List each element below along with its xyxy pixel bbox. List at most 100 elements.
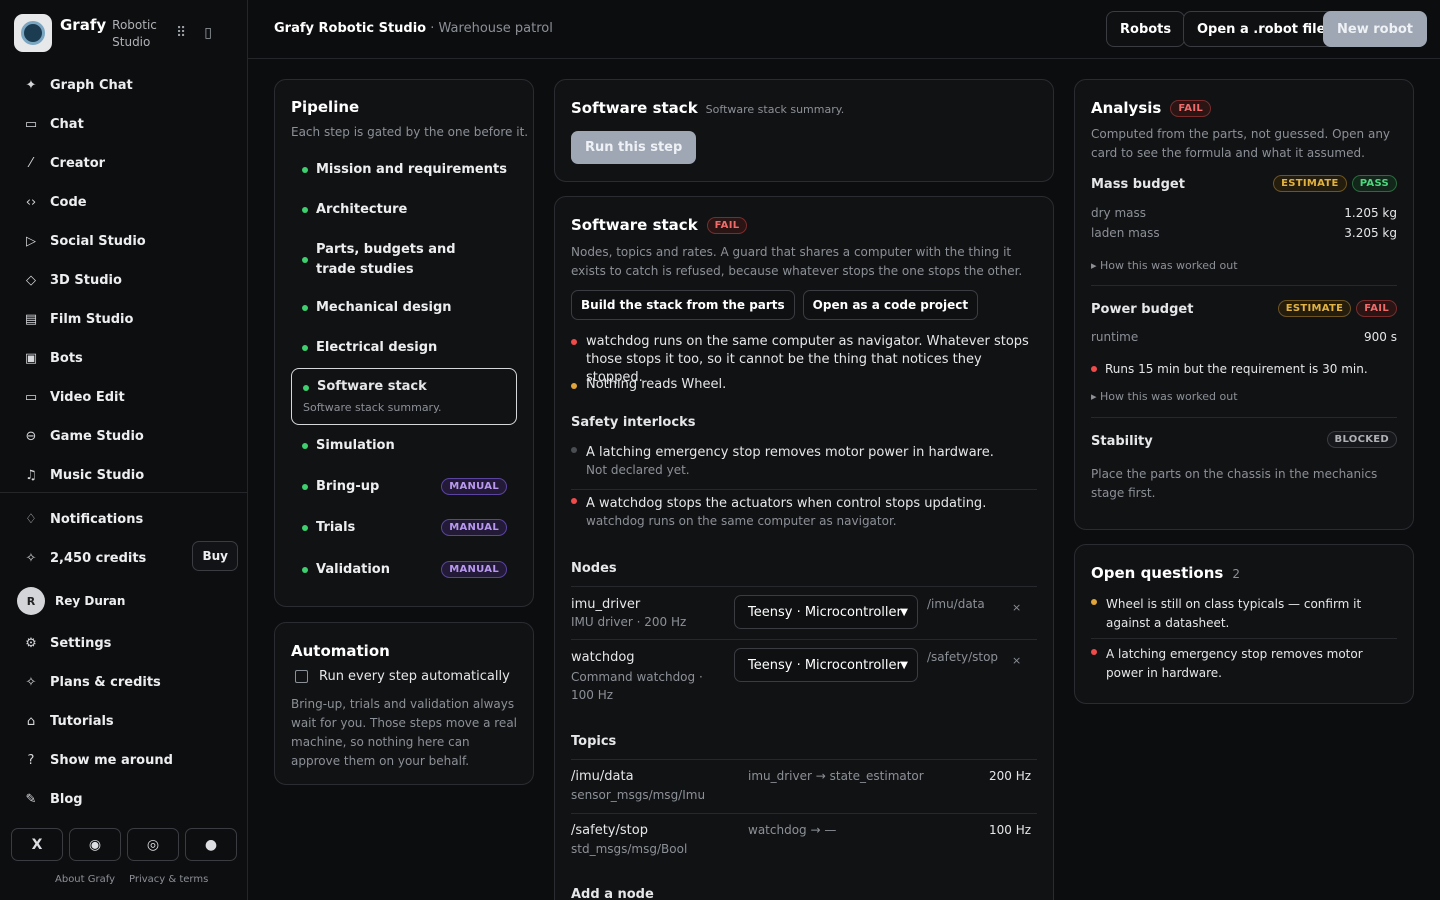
brand-subtitle: Robotic Studio bbox=[112, 17, 157, 51]
question-text: Wheel is still on class typicals — confi… bbox=[1106, 597, 1362, 630]
gear-icon: ⚙ bbox=[25, 636, 37, 651]
pipeline-step[interactable]: Bring-up MANUAL bbox=[291, 478, 517, 495]
discord-icon[interactable]: ◉ bbox=[69, 828, 121, 861]
credits-label: 2,450 credits bbox=[50, 551, 147, 566]
nav-creator[interactable]: ⁄ Creator bbox=[0, 144, 248, 183]
row-divider bbox=[571, 639, 1037, 640]
sidebar-toggle-icon[interactable]: ▯ bbox=[204, 25, 212, 41]
github-icon[interactable]: ◎ bbox=[127, 828, 179, 861]
nav-plans-credits[interactable]: ✧ Plans & credits bbox=[0, 663, 248, 702]
privacy-link[interactable]: Privacy & terms bbox=[129, 874, 208, 885]
pipeline-step[interactable]: Trials MANUAL bbox=[291, 519, 517, 536]
pipeline-step-active[interactable]: Software stack Software stack summary. bbox=[291, 368, 517, 425]
topics-heading: Topics bbox=[571, 734, 617, 749]
open-code-project-button[interactable]: Open as a code project bbox=[802, 290, 979, 320]
estimate-badge: ESTIMATE bbox=[1277, 300, 1352, 317]
node-desc: IMU driver · 200 Hz bbox=[571, 615, 687, 629]
nav-social-studio[interactable]: ▷ Social Studio bbox=[0, 222, 248, 261]
nav-blog[interactable]: ✎ Blog bbox=[0, 780, 248, 819]
logo-icon bbox=[14, 14, 52, 52]
remove-node-icon[interactable]: × bbox=[1012, 654, 1021, 667]
breadcrumb-app[interactable]: Grafy Robotic Studio bbox=[274, 21, 426, 36]
video-icon: ▭ bbox=[24, 390, 38, 405]
sidebar: Grafy Robotic Studio ⠿ ▯ ✦ Graph Chat ▭ Ch… bbox=[0, 0, 248, 900]
nav-game-studio[interactable]: ⊖ Game Studio bbox=[0, 417, 248, 456]
nav-label: Creator bbox=[50, 156, 106, 171]
nav-3d-studio[interactable]: ◇ 3D Studio bbox=[0, 261, 248, 300]
question-text: A latching emergency stop removes motor … bbox=[1106, 647, 1363, 680]
pipeline-step[interactable]: Simulation bbox=[291, 438, 517, 453]
pipeline-step[interactable]: Mechanical design bbox=[291, 300, 517, 315]
power-budget-title[interactable]: Power budget bbox=[1091, 302, 1193, 317]
nav-video-edit[interactable]: ▭ Video Edit bbox=[0, 378, 248, 417]
caret-right-icon: ▸ bbox=[1091, 390, 1101, 403]
pipeline-step[interactable]: Mission and requirements bbox=[291, 162, 517, 177]
nav-film-studio[interactable]: ▤ Film Studio bbox=[0, 300, 248, 339]
main-nav: ✦ Graph Chat ▭ Chat ⁄ Creator ‹› Code ▷ Socia… bbox=[0, 66, 248, 495]
credits-row: ✧ 2,450 credits Buy bbox=[0, 539, 248, 578]
nav-chat[interactable]: ▭ Chat bbox=[0, 105, 248, 144]
user-profile[interactable]: R Rey Duran bbox=[0, 578, 248, 624]
apps-grid-icon[interactable]: ⠿ bbox=[176, 25, 186, 41]
nav-settings[interactable]: ⚙ Settings bbox=[0, 624, 248, 663]
status-badge: FAIL bbox=[1170, 99, 1212, 117]
interlock-text: A latching emergency stop removes motor … bbox=[586, 445, 994, 460]
run-step-button[interactable]: Run this step bbox=[571, 131, 697, 164]
remove-node-icon[interactable]: × bbox=[1012, 601, 1021, 614]
stability-title[interactable]: Stability bbox=[1091, 434, 1153, 449]
mass-budget-title[interactable]: Mass budget bbox=[1091, 177, 1185, 192]
computer-select[interactable]: Teensy · Microcontroller ▼ bbox=[734, 595, 918, 629]
robots-button[interactable]: Robots bbox=[1106, 11, 1186, 47]
question-item[interactable]: Wheel is still on class typicals — confi… bbox=[1091, 595, 1397, 633]
x-twitter-icon[interactable]: X bbox=[11, 828, 63, 861]
chevron-down-icon: ▼ bbox=[900, 659, 908, 671]
theme-toggle-icon[interactable]: ● bbox=[185, 828, 237, 861]
analysis-title: Analysis bbox=[1091, 99, 1162, 117]
build-stack-button[interactable]: Build the stack from the parts bbox=[571, 290, 795, 320]
metric-label: dry mass bbox=[1091, 206, 1147, 220]
breadcrumb-project: Warehouse patrol bbox=[438, 21, 553, 36]
about-link[interactable]: About Grafy bbox=[55, 874, 115, 885]
open-robot-file-button[interactable]: Open a .robot file bbox=[1183, 11, 1340, 47]
nav-label: Code bbox=[50, 195, 87, 210]
computer-select[interactable]: Teensy · Microcontroller ▼ bbox=[734, 648, 918, 682]
analysis-header: Analysis FAIL bbox=[1091, 99, 1212, 117]
nav-show-me-around[interactable]: ? Show me around bbox=[0, 741, 248, 780]
pipeline-step[interactable]: Electrical design bbox=[291, 340, 517, 355]
node-topic: /safety/stop bbox=[927, 650, 999, 664]
nav-tutorials[interactable]: ⌂ Tutorials bbox=[0, 702, 248, 741]
pipeline-step[interactable]: Architecture bbox=[291, 202, 517, 217]
nav-graph-chat[interactable]: ✦ Graph Chat bbox=[0, 66, 248, 105]
summary-header: Software stack Software stack summary. bbox=[571, 99, 844, 117]
nav-label: Music Studio bbox=[50, 468, 145, 483]
brand[interactable]: Grafy Robotic Studio bbox=[14, 14, 157, 52]
nav-music-studio[interactable]: ♫ Music Studio bbox=[0, 456, 248, 495]
status-badge: FAIL bbox=[706, 216, 748, 234]
how-worked-out-toggle[interactable]: ▸ How this was worked out bbox=[1091, 259, 1238, 272]
status-dot bbox=[571, 447, 577, 453]
node-name: watchdog bbox=[571, 650, 635, 665]
code-icon: ‹› bbox=[25, 195, 37, 210]
pipeline-step[interactable]: Validation MANUAL bbox=[291, 561, 517, 578]
how-worked-out-toggle[interactable]: ▸ How this was worked out bbox=[1091, 390, 1238, 403]
interlock-sub: Not declared yet. bbox=[586, 463, 690, 477]
step-label: Simulation bbox=[316, 438, 395, 453]
question-item[interactable]: A latching emergency stop removes motor … bbox=[1091, 645, 1397, 683]
nav-notifications[interactable]: ♢ Notifications bbox=[0, 500, 248, 539]
nav-bots[interactable]: ▣ Bots bbox=[0, 339, 248, 378]
automation-toggle[interactable]: Run every step automatically bbox=[295, 669, 510, 684]
bot-icon: ▣ bbox=[24, 351, 38, 366]
pipeline-step[interactable]: Parts, budgets and trade studies bbox=[291, 240, 517, 280]
nav-code[interactable]: ‹› Code bbox=[0, 183, 248, 222]
buy-credits-button[interactable]: Buy bbox=[192, 541, 238, 571]
auto-run-checkbox[interactable] bbox=[295, 670, 308, 683]
step-summary-card: Software stack Software stack summary. R… bbox=[554, 79, 1054, 182]
stack-header: Software stack FAIL bbox=[571, 216, 748, 234]
new-robot-button[interactable]: New robot bbox=[1323, 11, 1428, 47]
status-dot bbox=[302, 257, 308, 263]
automation-card: Automation Run every step automatically … bbox=[274, 622, 534, 785]
topic-type: std_msgs/msg/Bool bbox=[571, 842, 688, 856]
chat-icon: ▭ bbox=[24, 117, 38, 132]
sparkle-icon: ✧ bbox=[25, 551, 37, 566]
power-issue: Runs 15 min but the requirement is 30 mi… bbox=[1091, 362, 1368, 376]
